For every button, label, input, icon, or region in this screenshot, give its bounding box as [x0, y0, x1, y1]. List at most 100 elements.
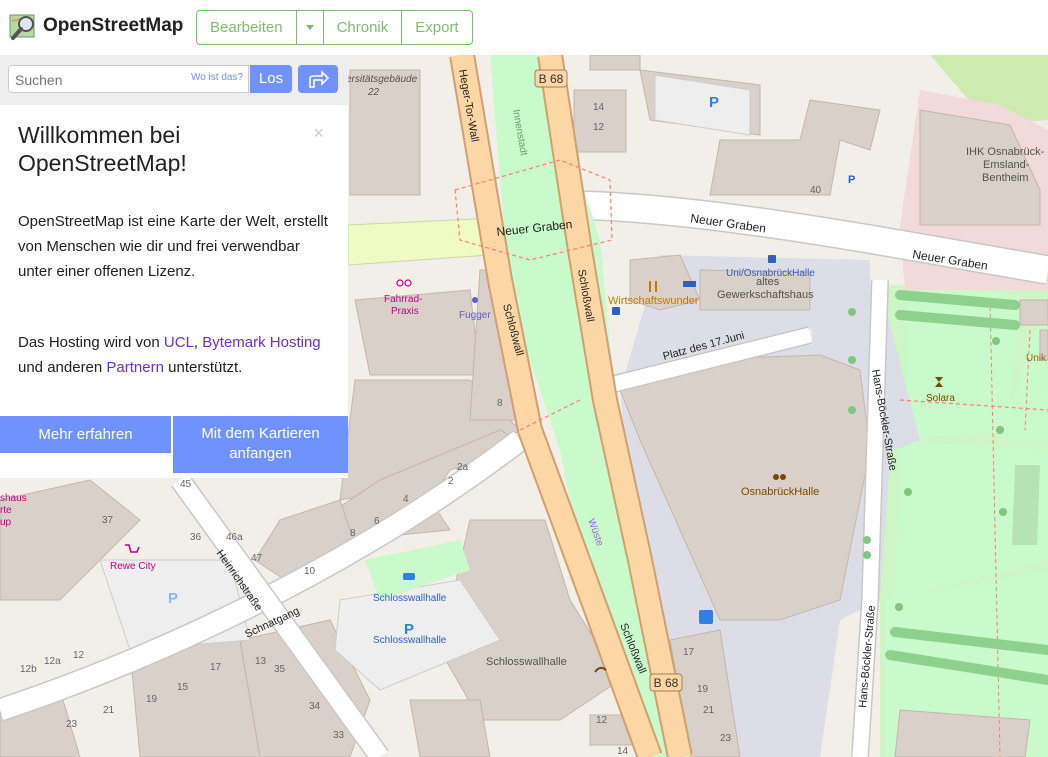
poi-label: shaus: [0, 493, 27, 504]
charging-station-icon: [699, 610, 713, 624]
svg-text:2a: 2a: [457, 462, 469, 473]
bicycle-icon: [396, 279, 412, 287]
route-shield: B 68: [649, 673, 683, 692]
shopping-cart-icon: [125, 544, 140, 553]
bus-stop-icon: [768, 255, 776, 263]
search-go-button[interactable]: Los: [250, 65, 292, 93]
svg-text:12a: 12a: [44, 656, 61, 667]
svg-text:19: 19: [146, 694, 158, 705]
close-icon[interactable]: ×: [313, 123, 324, 144]
parking-icon: P: [404, 621, 414, 638]
svg-text:B 68: B 68: [539, 72, 564, 86]
logo-text[interactable]: OpenStreetMap: [43, 15, 183, 37]
edit-tabs: Bearbeiten Chronik Export: [196, 10, 473, 45]
bicycle-parking-icon: P: [848, 174, 855, 186]
svg-text:12: 12: [596, 715, 608, 726]
poi-label: Emsland-: [983, 159, 1030, 171]
tab-history[interactable]: Chronik: [324, 11, 403, 44]
poi-label: rte: [0, 505, 12, 516]
welcome-intro: OpenStreetMap ist eine Karte der Welt, e…: [18, 213, 328, 280]
hosting-suffix: unterstützt.: [168, 359, 243, 376]
search-input[interactable]: Suchen Wo ist das?: [8, 65, 249, 93]
directions-icon: [309, 70, 329, 88]
svg-text:10: 10: [304, 566, 316, 577]
poi-label: Wirtschaftswunder: [608, 295, 699, 307]
svg-text:21: 21: [703, 705, 715, 716]
svg-text:36: 36: [190, 532, 202, 543]
svg-text:12: 12: [593, 122, 605, 133]
poi-label: Rewe City: [110, 561, 156, 572]
sidebar: Suchen Wo ist das? Los Willkommen bei Op…: [0, 55, 348, 478]
svg-text:21: 21: [103, 705, 115, 716]
svg-text:46a: 46a: [226, 532, 243, 543]
svg-text:14: 14: [593, 102, 605, 113]
poi-label: Praxis: [391, 306, 419, 317]
edit-dropdown-button[interactable]: [297, 11, 324, 44]
logo[interactable]: OpenStreetMap: [8, 11, 183, 41]
tab-edit[interactable]: Bearbeiten: [197, 11, 297, 44]
poi-label: Bentheim: [982, 172, 1028, 184]
tab-export[interactable]: Export: [402, 11, 471, 44]
directions-button[interactable]: [298, 65, 338, 93]
svg-text:12: 12: [73, 650, 85, 661]
chevron-down-icon: [305, 25, 314, 30]
poi-label: IHK Osnabrück-: [966, 146, 1045, 158]
svg-text:4: 4: [403, 494, 409, 505]
svg-text:15: 15: [177, 682, 189, 693]
poi-label: OsnabrückHalle: [741, 486, 819, 498]
svg-text:23: 23: [66, 719, 78, 730]
svg-text:13: 13: [255, 656, 267, 667]
svg-text:17: 17: [210, 662, 222, 673]
learn-more-button[interactable]: Mehr erfahren: [0, 416, 171, 453]
poi-label: Fahrrad-: [384, 294, 422, 305]
hosting-comma: ,: [193, 334, 199, 351]
svg-text:35: 35: [274, 664, 286, 675]
poi-label: Schlosswallhalle: [373, 593, 447, 604]
svg-text:47: 47: [251, 553, 263, 564]
route-shield: B 68: [534, 69, 568, 88]
poi-label: Schlosswallhalle: [486, 656, 567, 668]
start-mapping-button[interactable]: Mit dem Kartieren anfangen: [173, 416, 348, 473]
poi-label: Fugger: [459, 310, 491, 321]
svg-text:6: 6: [374, 516, 380, 527]
hosting-text: Das Hosting wird von UCL, Bytemark Hosti…: [18, 330, 333, 380]
svg-text:17: 17: [683, 647, 695, 658]
svg-text:8: 8: [350, 528, 356, 539]
bytemark-link[interactable]: Bytemark Hosting: [202, 334, 320, 351]
poi-label: ersitätsgebäude: [346, 74, 418, 85]
poi-label: Unik: [1026, 353, 1047, 364]
poi-label: altes: [756, 276, 780, 288]
where-is-this-link[interactable]: Wo ist das?: [191, 72, 243, 83]
svg-text:37: 37: [102, 515, 114, 526]
ucl-link[interactable]: UCL: [164, 334, 194, 351]
hotel-icon: [683, 281, 696, 287]
svg-text:34: 34: [309, 701, 321, 712]
search-placeholder: Suchen: [15, 72, 63, 88]
osm-logo-icon: [9, 14, 35, 40]
header: OpenStreetMap Bearbeiten Chronik Export: [0, 0, 1048, 55]
svg-text:23: 23: [720, 733, 732, 744]
hosting-prefix: Das Hosting wird von: [18, 334, 160, 351]
svg-text:B 68: B 68: [654, 676, 679, 690]
parking-icon: P: [168, 590, 178, 607]
svg-text:19: 19: [697, 684, 709, 695]
partners-link[interactable]: Partnern: [106, 359, 164, 376]
svg-text:33: 33: [333, 730, 345, 741]
poi-label: 22: [367, 87, 380, 98]
car-icon: [403, 573, 415, 580]
poi-dot-icon: [472, 297, 478, 303]
hosting-middle: und anderen: [18, 359, 103, 376]
search-bar: Suchen Wo ist das? Los: [0, 55, 348, 105]
svg-text:40: 40: [810, 185, 822, 196]
svg-text:45: 45: [180, 479, 192, 490]
svg-text:2: 2: [448, 476, 454, 487]
svg-text:P: P: [848, 174, 855, 186]
poi-label: Gewerkschaftshaus: [717, 289, 814, 301]
bus-stop-icon: [612, 307, 620, 315]
poi-label: up: [0, 517, 12, 528]
svg-text:14: 14: [617, 746, 629, 757]
poi-label: Solara: [926, 393, 955, 404]
welcome-panel: Willkommen bei OpenStreetMap! × OpenStre…: [0, 105, 348, 478]
svg-text:8: 8: [497, 398, 503, 409]
svg-text:12b: 12b: [20, 664, 37, 675]
